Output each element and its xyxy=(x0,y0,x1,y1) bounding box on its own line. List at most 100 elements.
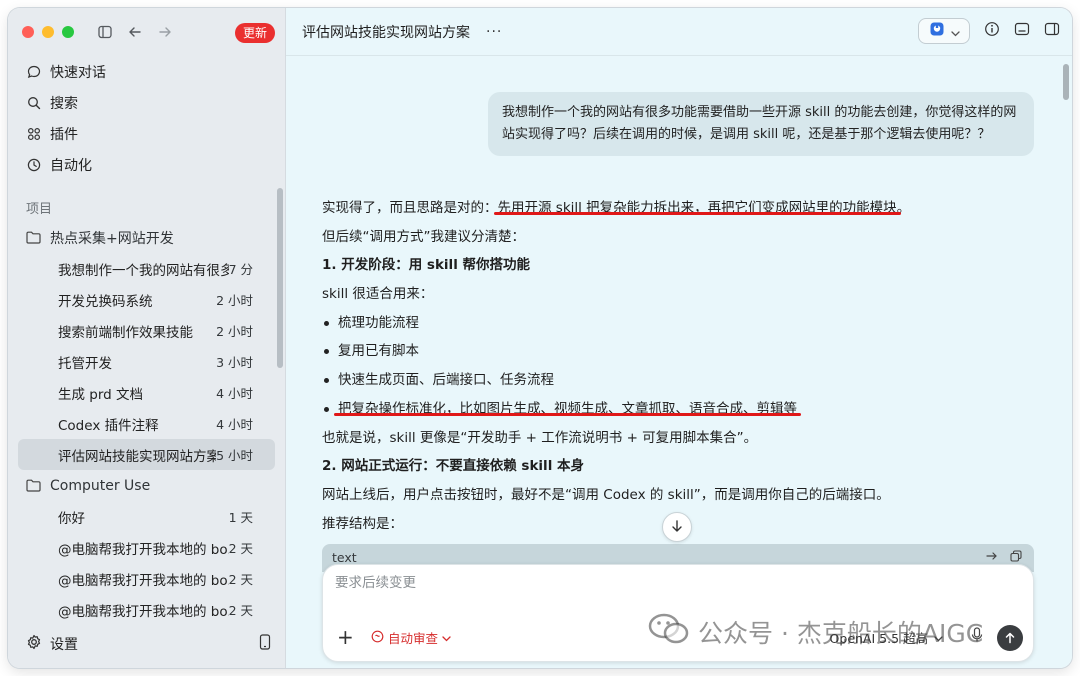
chat-item[interactable]: 我想制作一个我的网站有很多功能需要借助一些开源 7 分 xyxy=(18,253,275,284)
chat-title: @电脑帮我打开我本地的 bo... xyxy=(58,541,229,558)
chat-item[interactable]: 搜索前端制作效果技能 2 小时 xyxy=(18,315,275,346)
nav-label: 快速对话 xyxy=(50,64,106,81)
nav-label: 插件 xyxy=(50,126,78,143)
terminal-panel-icon[interactable] xyxy=(1014,21,1030,41)
chat-item[interactable]: 生成 prd 文档 4 小时 xyxy=(18,377,275,408)
chat-time: 2 天 xyxy=(228,603,253,618)
folder-icon xyxy=(26,230,42,246)
back-arrow-icon[interactable] xyxy=(126,23,144,41)
chat-time: 2 天 xyxy=(228,572,253,587)
chat-title: 你好 xyxy=(58,510,85,527)
highlighted-text: 把复杂操作标准化，比如图片生成、视频生成、文章抓取、语音合成、剪辑等 xyxy=(338,400,797,417)
chat-title: 搜索前端制作效果技能 xyxy=(58,324,193,341)
nav-plugins[interactable]: 插件 xyxy=(8,118,285,149)
conversation: 我想制作一个我的网站有很多功能需要借助一些开源 skill 的功能去创建，你觉得… xyxy=(286,56,1072,668)
app-switcher-dropdown[interactable] xyxy=(918,18,970,44)
more-options-button[interactable]: ··· xyxy=(486,24,502,40)
chat-item[interactable]: 托管开发 3 小时 xyxy=(18,346,275,377)
project-folder[interactable]: Computer Use xyxy=(8,470,285,501)
chat-time: 2 小时 xyxy=(216,293,253,308)
chat-time: 3 小时 xyxy=(216,355,253,370)
minimize-window-button[interactable] xyxy=(42,26,54,38)
main-header: 评估网站技能实现网站方案 ··· xyxy=(286,8,1072,56)
page-title: 评估网站技能实现网站方案 xyxy=(302,24,470,41)
add-attachment-button[interactable]: + xyxy=(337,627,354,647)
chat-title: Codex 插件注释 xyxy=(58,417,159,434)
nav-search[interactable]: 搜索 xyxy=(8,87,285,118)
watermark-text: 公众号 · 杰克船长的AIGC xyxy=(698,619,984,648)
phone-icon[interactable] xyxy=(259,634,271,654)
chevron-down-icon xyxy=(442,630,451,645)
send-button[interactable] xyxy=(997,625,1023,651)
close-window-button[interactable] xyxy=(22,26,34,38)
auto-review-label: 自动审查 xyxy=(388,631,439,646)
update-button[interactable]: 更新 xyxy=(235,23,276,43)
project-folder[interactable]: 热点采集+网站开发 xyxy=(8,222,285,253)
sidebar-toggle-icon[interactable] xyxy=(96,23,114,41)
window-controls xyxy=(22,26,74,38)
watermark: 公众号 · 杰克船长的AIGC xyxy=(648,612,983,652)
info-icon[interactable] xyxy=(984,21,1000,41)
chat-time: 7 分 xyxy=(228,262,253,277)
chat-item-active[interactable]: 评估网站技能实现网站方案 5 小时 xyxy=(18,439,275,470)
chat-item[interactable]: @电脑帮我打开我本地的 bo... 2 天 xyxy=(18,532,275,563)
nav-label: 自动化 xyxy=(50,157,92,174)
settings-button[interactable]: 设置 xyxy=(26,634,78,654)
highlighted-text: 先用开源 skill 把复杂能力拆出来，再把它们变成网站里的功能模块 xyxy=(497,200,897,216)
main-panel: 评估网站技能实现网站方案 ··· 我想制作一个我的网站有很多功能需要借助一些开源… xyxy=(286,8,1072,668)
chat-item[interactable]: 你好 1 天 xyxy=(18,501,275,532)
chat-item[interactable]: 开发兑换码系统 2 小时 xyxy=(18,284,275,315)
maximize-window-button[interactable] xyxy=(62,26,74,38)
answer-line: 实现得了，而且思路是对的：先用开源 skill 把复杂能力拆出来，再把它们变成网… xyxy=(322,194,1012,223)
chat-time: 4 小时 xyxy=(216,386,253,401)
message-input[interactable] xyxy=(335,575,895,591)
forward-arrow-icon[interactable] xyxy=(156,23,174,41)
answer-line: 但后续“调用方式”我建议分清楚： xyxy=(322,228,525,245)
scroll-to-bottom-button[interactable] xyxy=(662,512,692,542)
chevron-down-icon xyxy=(950,22,960,41)
auto-review-dropdown[interactable]: 自动审查 xyxy=(371,628,451,647)
app-window: 更新 快速对话 搜索 插件 自动化 项目 热点采集+网站开发 我想制作一个我的网… xyxy=(8,8,1072,668)
answer-heading: 1. 开发阶段：用 skill 帮你搭功能 xyxy=(322,257,531,274)
answer-line: 也就是说，skill 更像是“开发助手 + 工作流说明书 + 可复用脚本集合”。 xyxy=(322,429,758,446)
chat-title: @电脑帮我打开我本地的 bo... xyxy=(58,603,229,620)
nav-quick-chat[interactable]: 快速对话 xyxy=(8,56,285,87)
chat-item[interactable]: Codex 插件注释 4 小时 xyxy=(18,408,275,439)
app-logo-icon xyxy=(929,21,945,41)
chat-title: @电脑帮我打开我本地的 bo... xyxy=(58,572,229,589)
code-language-label: text xyxy=(332,550,357,565)
side-panel-icon[interactable] xyxy=(1044,21,1060,41)
user-message: 我想制作一个我的网站有很多功能需要借助一些开源 skill 的功能去创建，你觉得… xyxy=(488,92,1034,156)
assistant-message: 实现得了，而且思路是对的：先用开源 skill 把复杂能力拆出来，再把它们变成网… xyxy=(322,194,1012,538)
search-icon xyxy=(26,95,42,111)
answer-line: skill 很适合用来： xyxy=(322,286,434,303)
bullet-item: 复用已有脚本 xyxy=(322,337,1012,366)
sidebar-scrollbar[interactable] xyxy=(277,188,283,368)
projects-section-label: 项目 xyxy=(26,201,53,217)
gear-icon xyxy=(26,634,42,654)
nav-automation[interactable]: 自动化 xyxy=(8,149,285,180)
chat-time: 2 天 xyxy=(228,541,253,556)
wechat-logo-icon xyxy=(648,612,690,652)
bullet-item: 梳理功能流程 xyxy=(322,309,1012,338)
chat-time: 1 天 xyxy=(228,510,253,525)
chat-item[interactable]: @电脑帮我打开我本地的 bo... 2 天 xyxy=(18,563,275,594)
chat-title: 生成 prd 文档 xyxy=(58,386,144,403)
chat-time: 4 小时 xyxy=(216,417,253,432)
answer-text: 实现得了，而且思路是对的： xyxy=(322,200,498,216)
bullet-item: 把复杂操作标准化，比如图片生成、视频生成、文章抓取、语音合成、剪辑等 xyxy=(322,395,1012,424)
arrow-down-icon xyxy=(670,518,684,537)
sidebar-titlebar: 更新 xyxy=(8,8,285,56)
folder-name: Computer Use xyxy=(50,477,151,494)
chat-title: 评估网站技能实现网站方案 xyxy=(58,448,217,465)
nav-label: 搜索 xyxy=(50,95,78,112)
header-actions xyxy=(918,18,1060,44)
folder-icon xyxy=(26,478,42,494)
answer-line: 网站上线后，用户点击按钮时，最好不是“调用 Codex 的 skill”，而是调… xyxy=(322,486,890,503)
shield-alert-icon xyxy=(371,630,384,646)
chat-time: 5 小时 xyxy=(216,448,253,463)
chat-bubble-icon xyxy=(26,64,42,80)
chat-item[interactable]: @电脑帮我打开我本地的 bo... 2 天 xyxy=(18,594,275,625)
plugin-grid-icon xyxy=(26,126,42,142)
sidebar-nav: 快速对话 搜索 插件 自动化 xyxy=(8,56,285,180)
